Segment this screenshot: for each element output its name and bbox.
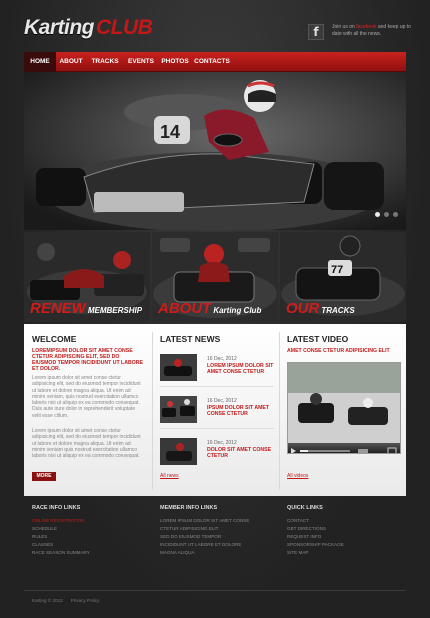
news-headline-link[interactable]: IPSUM DOLOR SIT AMET CONSE CTETUR [207, 405, 275, 418]
footer-divider [24, 590, 406, 591]
news-date: 16 Dec, 2012 [207, 356, 237, 362]
footer-link[interactable]: RACE SEASON SUMMARY [32, 550, 90, 555]
news-divider [160, 386, 274, 387]
slider-dot[interactable] [384, 212, 389, 217]
welcome-paragraph-2: Lorem ipsum dolor sit amet conse ctetur … [32, 428, 141, 460]
nav-tracks[interactable]: TRACKS [86, 52, 124, 72]
news-thumbnail[interactable] [160, 438, 197, 465]
privacy-policy-link[interactable]: Privacy Policy [71, 598, 100, 603]
footer-link[interactable]: ONLINE REGISTRATION [32, 518, 85, 523]
main-nav: HOME ABOUT TRACKS EVENTS PHOTOS CONTACTS [24, 52, 406, 72]
welcome-paragraph-1: Lorem ipsum dolor sit amet conse ctetur … [32, 375, 141, 419]
footer-link[interactable]: MAGNA ALIQUA [160, 550, 194, 555]
footer-link[interactable]: SITE MAP [287, 550, 308, 555]
news-thumbnail[interactable] [160, 396, 197, 423]
fullscreen-icon[interactable] [387, 447, 397, 454]
footer-link[interactable]: LOREM IPSUM DOLOR SIT AMET CONSE [160, 518, 249, 523]
video-column: LATEST VIDEO AMET CONSE CTETUR ADIPISICI… [279, 324, 406, 496]
video-frame [288, 363, 400, 443]
slider-dot[interactable] [393, 212, 398, 217]
footer-link[interactable]: SPONSORSHIP PACKAGE [287, 542, 344, 547]
news-headline-link[interactable]: DOLOR SIT AMET CONSE CTETUR [207, 447, 275, 460]
all-videos-link[interactable]: All videos [287, 473, 308, 479]
footer-link[interactable]: CLASSES [32, 542, 53, 547]
promo-caption-small: MEMBERSHIP [87, 306, 143, 315]
news-divider [160, 428, 274, 429]
news-title: LATEST NEWS [160, 334, 221, 344]
slider-dots [371, 204, 398, 222]
welcome-column: WELCOME LOREMIPSUM DOLOR SIT AMET CONSE … [24, 324, 152, 496]
hero-kart-image: 14 [24, 72, 406, 230]
hero-slider[interactable]: 14 [24, 72, 406, 230]
promo-about-club[interactable]: About Karting Club [152, 232, 278, 322]
footer-link[interactable]: REQUEST INFO [287, 534, 321, 539]
promo-caption: Our TRACKS [286, 300, 355, 318]
site-logo[interactable]: KartingCLUB [24, 16, 153, 42]
slider-dot[interactable] [375, 212, 380, 217]
copyright-text: Karting © 2012 [32, 598, 63, 603]
welcome-title: WELCOME [32, 334, 77, 344]
promo-caption: About Karting Club [158, 300, 261, 318]
footer-column-title: RACE INFO LINKS [32, 505, 81, 511]
news-item: 16 Dec, 2012 IPSUM DOLOR SIT AMET CONSE … [160, 396, 275, 429]
nav-about[interactable]: ABOUT [56, 52, 86, 72]
footer-links: RACE INFO LINKS ONLINE REGISTRATION SCHE… [24, 496, 406, 588]
news-headline-link[interactable]: LOREM IPSUM DOLOR SIT AMET CONSE CTETUR [207, 363, 275, 376]
footer-link[interactable]: SED DO EIUSMOD TEMPOR [160, 534, 221, 539]
footer-link[interactable]: SCHEDULE [32, 526, 57, 531]
news-item: 16 Dec, 2012 DOLOR SIT AMET CONSE CTETUR [160, 438, 274, 468]
nav-photos[interactable]: PHOTOS [158, 52, 192, 72]
volume-icon[interactable] [358, 449, 368, 453]
nav-events[interactable]: EVENTS [124, 52, 158, 72]
video-caption: AMET CONSE CTETUR ADIPISICING ELIT [287, 348, 390, 354]
promo-our-tracks[interactable]: 77 Our TRACKS [280, 232, 406, 322]
footer-link[interactable]: RULES [32, 534, 47, 539]
news-date: 16 Dec, 2012 [207, 398, 237, 404]
news-column: LATEST NEWS 16 Dec, 2012 LOREM IPSUM DOL… [152, 324, 279, 496]
footer-column-title: QUICK LINKS [287, 505, 323, 511]
news-thumbnail[interactable] [160, 354, 197, 381]
facebook-promo-text: Join us on facebook and keep up to date … [332, 24, 412, 38]
all-news-link[interactable]: All news [160, 473, 179, 479]
footer-link[interactable]: CONTACT [287, 518, 309, 523]
play-icon[interactable] [291, 448, 296, 454]
welcome-lead: LOREMIPSUM DOLOR SIT AMET CONSE CTETUR A… [32, 348, 143, 372]
footer-link[interactable]: GET DIRECTIONS [287, 526, 326, 531]
news-date: 16 Dec, 2012 [207, 440, 237, 446]
promo-caption-big: About [158, 300, 212, 317]
promo-caption-big: Our [286, 300, 320, 317]
promo-caption: Renew MEMBERSHIP [30, 300, 142, 318]
footer-link[interactable]: CTETUR ADIPISICING ELIT [160, 526, 218, 531]
promo-caption-small: TRACKS [321, 306, 355, 315]
promo-kart-number: 77 [331, 264, 343, 276]
content-panel: WELCOME LOREMIPSUM DOLOR SIT AMET CONSE … [24, 324, 406, 496]
video-title: LATEST VIDEO [287, 334, 349, 344]
logo-text-club: CLUB [96, 16, 153, 39]
promo-renew-membership[interactable]: Renew MEMBERSHIP [24, 232, 150, 322]
video-controls[interactable] [288, 443, 400, 453]
facebook-icon[interactable]: f [308, 24, 324, 40]
page: KartingCLUB f Join us on facebook and ke… [24, 0, 411, 618]
footer-column-title: MEMBER INFO LINKS [160, 505, 218, 511]
promo-caption-big: Renew [30, 300, 86, 317]
footer-link[interactable]: INCIDIDUNT UT LABORE ET DOLORE [160, 542, 241, 547]
facebook-link[interactable]: facebook [356, 24, 376, 30]
video-player[interactable] [287, 362, 401, 454]
nav-home[interactable]: HOME [24, 52, 56, 72]
promo-caption-small: Karting Club [213, 306, 262, 315]
copyright: Karting © 2012 Privacy Policy [32, 598, 99, 603]
nav-contacts[interactable]: CONTACTS [192, 52, 232, 72]
logo-text-karting: Karting [24, 16, 95, 39]
facebook-text-pre: Join us on [332, 24, 357, 30]
more-button[interactable]: MORE [32, 472, 56, 481]
hero-kart-number: 14 [160, 122, 180, 142]
news-item: 16 Dec, 2012 LOREM IPSUM DOLOR SIT AMET … [160, 354, 275, 387]
